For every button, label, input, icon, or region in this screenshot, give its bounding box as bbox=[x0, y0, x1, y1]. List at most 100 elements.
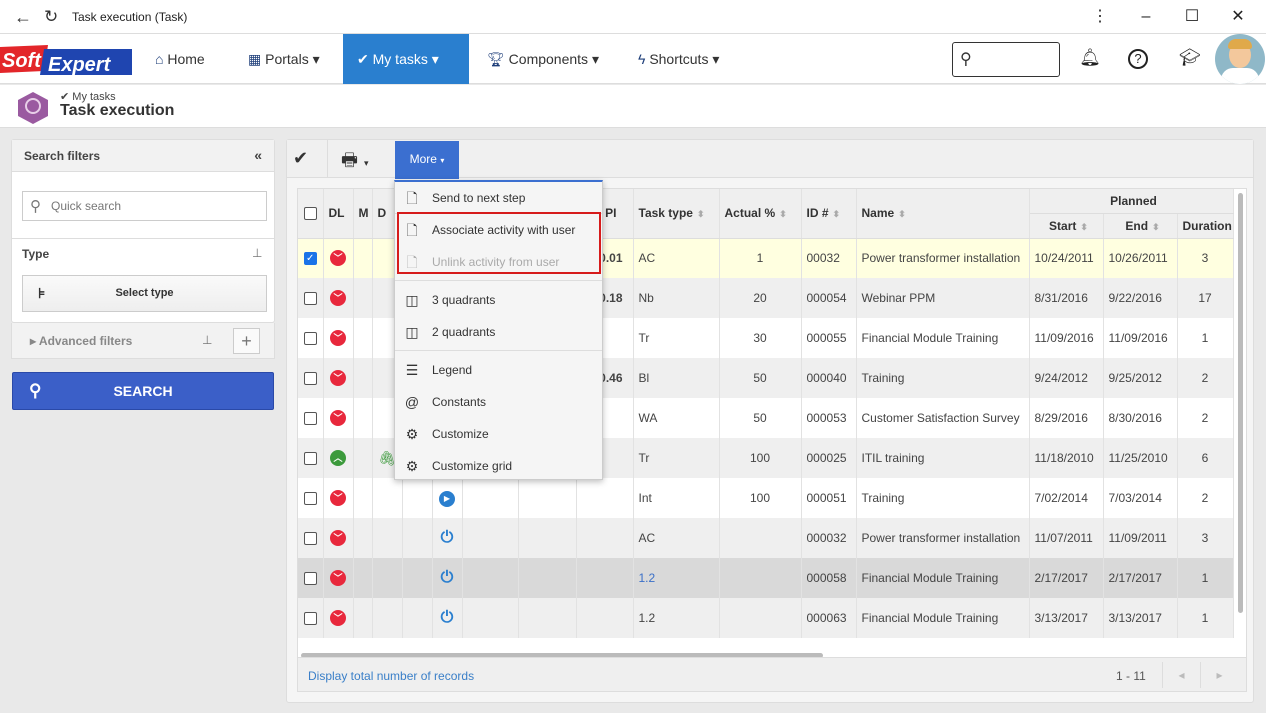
row-checkbox[interactable] bbox=[303, 572, 317, 586]
title-bar: ← ↻ Task execution (Task) ⋮ – ☐ ✕ bbox=[0, 0, 1266, 34]
clear-filter-icon[interactable]: ⊥ bbox=[202, 333, 212, 347]
select-all-checkbox[interactable] bbox=[303, 207, 317, 221]
quick-search-input[interactable]: ⚲ Quick search bbox=[22, 191, 267, 221]
col-name[interactable]: Name ⬍ bbox=[856, 189, 1030, 239]
select-type-button[interactable]: ⊧ Select type bbox=[22, 275, 267, 312]
row-checkbox[interactable] bbox=[303, 452, 317, 466]
search-label: SEARCH bbox=[113, 383, 173, 399]
next-page-button[interactable]: ▸ bbox=[1200, 662, 1238, 688]
bell-icon[interactable]: 🔔︎ bbox=[1078, 48, 1102, 72]
menu-3-quadrants[interactable]: ◫ 3 quadrants bbox=[395, 284, 602, 316]
menu-label: Legend bbox=[432, 363, 473, 377]
document-gear-icon: 🗋 bbox=[406, 190, 418, 206]
advanced-filters[interactable]: ▸ Advanced filters ⊥ + bbox=[11, 323, 275, 359]
avatar[interactable] bbox=[1215, 34, 1265, 84]
menu-send-to-next-step[interactable]: 🗋 Send to next step bbox=[395, 182, 602, 214]
row-checkbox[interactable] bbox=[303, 372, 317, 386]
cell-duration: 6 bbox=[1177, 438, 1234, 478]
col-m[interactable]: M bbox=[353, 189, 373, 239]
cell-task-type: Nb bbox=[633, 278, 720, 318]
col-id[interactable]: ID # ⬍ bbox=[801, 189, 857, 239]
chevron-down-icon: ﹀ bbox=[330, 490, 346, 506]
graduation-cap-icon[interactable]: 🎓︎ bbox=[1178, 48, 1202, 72]
more-button[interactable]: More ▾ bbox=[395, 141, 459, 179]
help-icon[interactable]: ? bbox=[1128, 49, 1148, 69]
power-icon: ⏻ bbox=[440, 609, 454, 626]
col-actual[interactable]: Actual % ⬍ bbox=[719, 189, 802, 239]
nav-my-tasks[interactable]: ✔ My tasks ▾ bbox=[343, 34, 469, 84]
cell-actual: 50 bbox=[719, 358, 802, 398]
cell-id: 000058 bbox=[801, 558, 857, 598]
row-checkbox[interactable] bbox=[303, 492, 317, 506]
minimize-button[interactable]: – bbox=[1123, 4, 1169, 30]
cell-task-type: AC bbox=[633, 518, 720, 558]
cell-name: Webinar PPM bbox=[856, 278, 1030, 318]
table-row[interactable]: ﹀ ⏻ 1.2 000058 Financial Module Training 2/17… bbox=[298, 558, 1234, 598]
menu-constants[interactable]: @ Constants bbox=[395, 386, 602, 418]
clear-filter-icon[interactable]: ⊥ bbox=[252, 246, 262, 260]
global-search-input[interactable]: ⚲ bbox=[952, 42, 1060, 77]
cell-actual: 20 bbox=[719, 278, 802, 318]
menu-label: 2 quadrants bbox=[432, 325, 496, 339]
col-task-type[interactable]: Task type ⬍ bbox=[633, 189, 720, 239]
vertical-scrollbar[interactable] bbox=[1238, 193, 1243, 613]
menu-legend[interactable]: ☰ Legend bbox=[395, 354, 602, 386]
cell-duration: 2 bbox=[1177, 358, 1234, 398]
advanced-filters-label: ▸ Advanced filters bbox=[30, 334, 133, 348]
maximize-button[interactable]: ☐ bbox=[1169, 4, 1215, 30]
row-checkbox[interactable] bbox=[303, 532, 317, 546]
cell-task-type: WA bbox=[633, 398, 720, 438]
row-checkbox[interactable] bbox=[303, 292, 317, 306]
nav-home[interactable]: ⌂ Home bbox=[141, 34, 219, 84]
cell-start: 3/13/2017 bbox=[1029, 598, 1104, 638]
toolbar: ✔ 🖶︎ ▾ More ▾ bbox=[287, 140, 1253, 179]
nav-portals[interactable]: ▦ Portals ▾ bbox=[234, 34, 334, 84]
nav-shortcuts[interactable]: ϟ Shortcuts ▾ bbox=[624, 34, 733, 84]
more-vert-icon[interactable]: ⋮ bbox=[1077, 4, 1123, 30]
cell-name: Power transformer installation bbox=[856, 238, 1030, 278]
table-row[interactable]: ﹀ ▶ Int 100 000051 Training 7/02/2014 7/03/2014… bbox=[298, 478, 1234, 518]
row-checkbox[interactable] bbox=[303, 612, 317, 626]
close-button[interactable]: ✕ bbox=[1215, 4, 1261, 30]
power-icon: ⏻ bbox=[440, 529, 454, 546]
row-checkbox[interactable]: ✓ bbox=[303, 252, 317, 266]
row-checkbox[interactable] bbox=[303, 332, 317, 346]
menu-customize-grid[interactable]: ⚙ Customize grid bbox=[395, 450, 602, 482]
gear-icon: ⚙ bbox=[405, 426, 419, 442]
cell-end: 3/13/2017 bbox=[1103, 598, 1178, 638]
display-total-link[interactable]: Display total number of records bbox=[308, 669, 474, 683]
prev-page-button[interactable]: ◂ bbox=[1162, 662, 1200, 688]
collapse-icon[interactable]: « bbox=[254, 147, 262, 163]
cell-task-type: Tr bbox=[633, 318, 720, 358]
add-filter-button[interactable]: + bbox=[233, 328, 260, 354]
col-end[interactable]: End ⬍ bbox=[1103, 213, 1178, 239]
table-row[interactable]: ﹀ ⏻ AC 000032 Power transformer installation… bbox=[298, 518, 1234, 558]
menu-customize[interactable]: ⚙ Customize bbox=[395, 418, 602, 450]
row-checkbox[interactable] bbox=[303, 412, 317, 426]
print-button[interactable]: 🖶︎ ▾ bbox=[341, 148, 369, 178]
cell-duration: 1 bbox=[1177, 318, 1234, 358]
table-row[interactable]: ﹀ ⏻ 1.2 000063 Financial Module Training 3/13… bbox=[298, 598, 1234, 638]
back-icon[interactable]: ← bbox=[14, 7, 32, 28]
svg-text:Soft: Soft bbox=[2, 50, 42, 72]
header-label: Actual % bbox=[724, 206, 776, 221]
cell-start: 10/24/2011 bbox=[1029, 238, 1104, 278]
home-icon: ⌂ bbox=[155, 51, 164, 67]
cell-start: 11/18/2010 bbox=[1029, 438, 1104, 478]
reload-icon[interactable]: ↻ bbox=[44, 7, 58, 27]
search-button[interactable]: ⚲ SEARCH bbox=[12, 372, 274, 410]
cell-duration: 3 bbox=[1177, 238, 1234, 278]
menu-2-quadrants[interactable]: ◫ 2 quadrants bbox=[395, 316, 602, 348]
col-start[interactable]: Start ⬍ bbox=[1029, 213, 1104, 239]
cell-start: 11/07/2011 bbox=[1029, 518, 1104, 558]
chevron-down-icon: ﹀ bbox=[330, 410, 346, 426]
execute-check-button[interactable]: ✔ bbox=[293, 148, 308, 169]
header-label: Task type bbox=[638, 206, 693, 221]
chevron-up-icon: ︿ bbox=[330, 450, 346, 466]
more-label: More bbox=[409, 152, 437, 166]
cell-end: 11/09/2016 bbox=[1103, 318, 1178, 358]
menu-label: 3 quadrants bbox=[432, 293, 496, 307]
col-dl[interactable]: DL bbox=[323, 189, 354, 239]
nav-components[interactable]: 🏆︎ Components ▾ bbox=[473, 34, 613, 84]
col-duration[interactable]: Duration bbox=[1177, 213, 1234, 239]
